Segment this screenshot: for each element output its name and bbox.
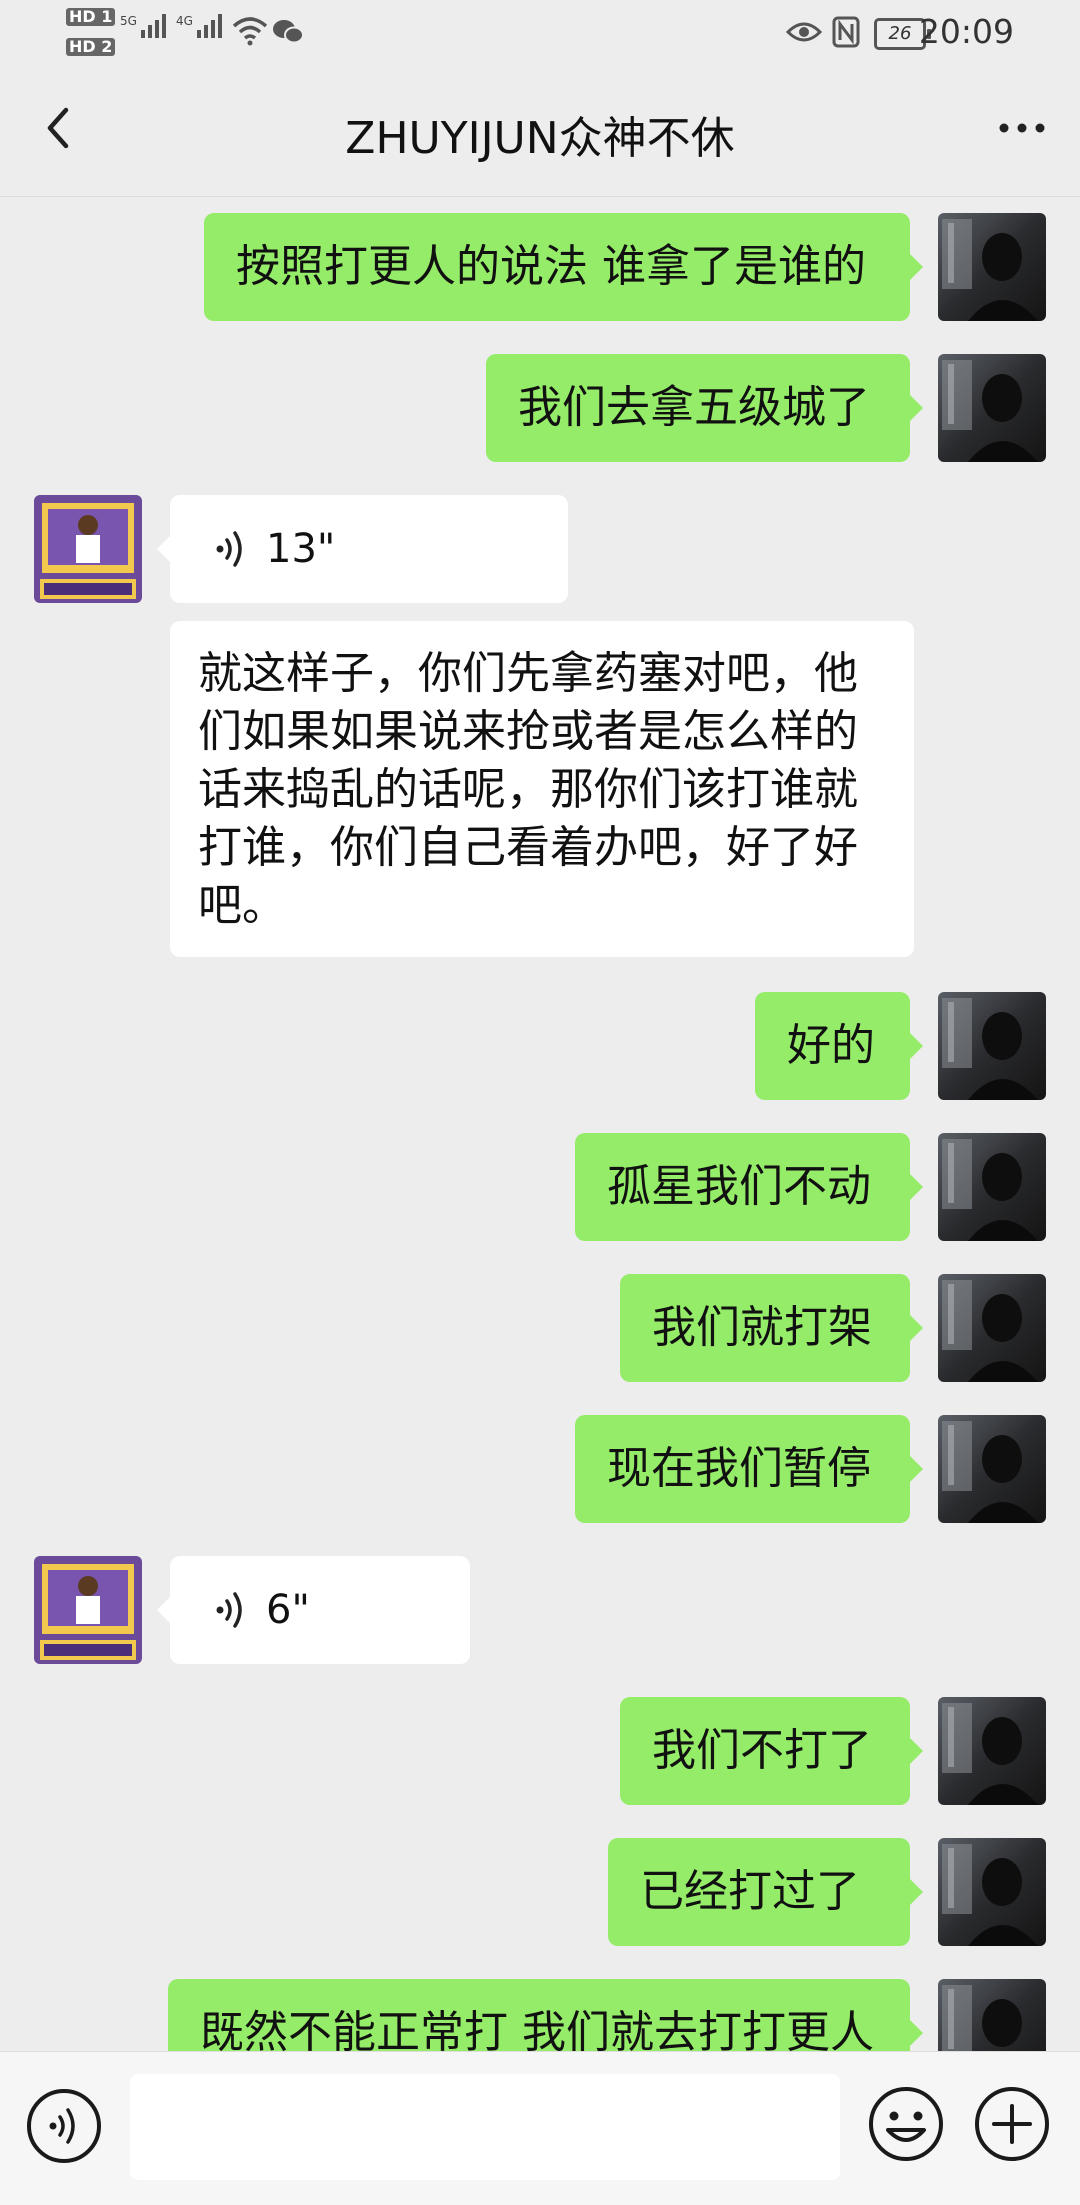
hd2-badge: HD 2: [66, 38, 116, 56]
my-avatar[interactable]: [938, 1415, 1046, 1523]
more-dots-icon[interactable]: [992, 98, 1052, 158]
message-text: 既然不能正常打 我们就去打打更人: [200, 2007, 874, 2051]
message-bubble-sent[interactable]: 我们去拿五级城了: [486, 354, 923, 462]
message-bubble-sent[interactable]: 孤星我们不动: [575, 1133, 923, 1241]
plus-icon[interactable]: [972, 2084, 1052, 2164]
my-avatar[interactable]: [938, 1274, 1046, 1382]
voice-message-bubble[interactable]: 6": [157, 1556, 470, 1664]
voice-wave-icon: [216, 531, 242, 567]
message-text: 我们去拿五级城了: [518, 382, 870, 433]
message-bubble-sent[interactable]: 我们不打了: [620, 1697, 923, 1805]
chat-title: ZHUYIJUN众神不休: [345, 113, 735, 164]
network-5g-label: 5G: [120, 14, 137, 28]
message-text: 已经打过了: [640, 1866, 860, 1917]
nav-bar: ZHUYIJUN众神不休: [0, 66, 1080, 197]
voice-wave-icon: [216, 1592, 242, 1628]
my-avatar[interactable]: [938, 1838, 1046, 1946]
eye-icon: [786, 22, 822, 42]
message-bubble-sent[interactable]: 现在我们暂停: [575, 1415, 923, 1523]
my-avatar[interactable]: [938, 1979, 1046, 2051]
my-avatar[interactable]: [938, 354, 1046, 462]
my-avatar[interactable]: [938, 213, 1046, 321]
message-bubble-sent[interactable]: 既然不能正常打 我们就去打打更人: [168, 1979, 923, 2051]
message-bubble-sent[interactable]: 按照打更人的说法 谁拿了是谁的: [204, 213, 923, 321]
signal-icon: 5G: [120, 14, 166, 38]
my-avatar[interactable]: [938, 1133, 1046, 1241]
message-text: 好的: [787, 1020, 875, 1071]
hd1-badge: HD 1: [66, 8, 116, 26]
message-text: 按照打更人的说法 谁拿了是谁的: [236, 241, 866, 292]
network-4g-label: 4G: [176, 14, 193, 28]
nfc-icon: [832, 16, 860, 48]
message-bubble-sent[interactable]: 我们就打架: [620, 1274, 923, 1382]
message-text: 现在我们暂停: [607, 1443, 871, 1494]
message-text: 孤星我们不动: [607, 1161, 871, 1212]
signal-icon-2: 4G: [176, 14, 222, 38]
my-avatar[interactable]: [938, 992, 1046, 1100]
clock: 20:09: [918, 12, 1014, 51]
my-avatar[interactable]: [938, 1697, 1046, 1805]
message-text: 我们就打架: [652, 1302, 872, 1353]
emoji-icon[interactable]: [866, 2084, 946, 2164]
contact-avatar[interactable]: [34, 495, 142, 603]
chat-area[interactable]: 按照打更人的说法 谁拿了是谁的 我们去拿五级城了 13" 就这样子，你们先拿药塞…: [0, 197, 1080, 2051]
voice-duration: 13": [266, 526, 336, 572]
message-input[interactable]: [130, 2074, 840, 2180]
voice-transcript-bubble[interactable]: 就这样子，你们先拿药塞对吧，他们如果如果说来抢或者是怎么样的话来捣乱的话呢，那你…: [170, 621, 914, 957]
voice-message-bubble[interactable]: 13": [157, 495, 568, 603]
voice-input-icon[interactable]: [24, 2086, 104, 2166]
input-bar: [0, 2051, 1080, 2205]
wechat-icon: [273, 20, 304, 44]
wifi-icon: [232, 17, 268, 46]
message-text: 我们不打了: [652, 1725, 872, 1776]
transcript-text: 就这样子，你们先拿药塞对吧，他们如果如果说来抢或者是怎么样的话来捣乱的话呢，那你…: [198, 648, 858, 931]
message-bubble-sent[interactable]: 已经打过了: [608, 1838, 923, 1946]
message-bubble-sent[interactable]: 好的: [755, 992, 923, 1100]
voice-duration: 6": [266, 1587, 310, 1633]
status-bar: HD 1 HD 2 5G 4G 26 20:09: [0, 0, 1080, 66]
contact-avatar[interactable]: [34, 1556, 142, 1664]
